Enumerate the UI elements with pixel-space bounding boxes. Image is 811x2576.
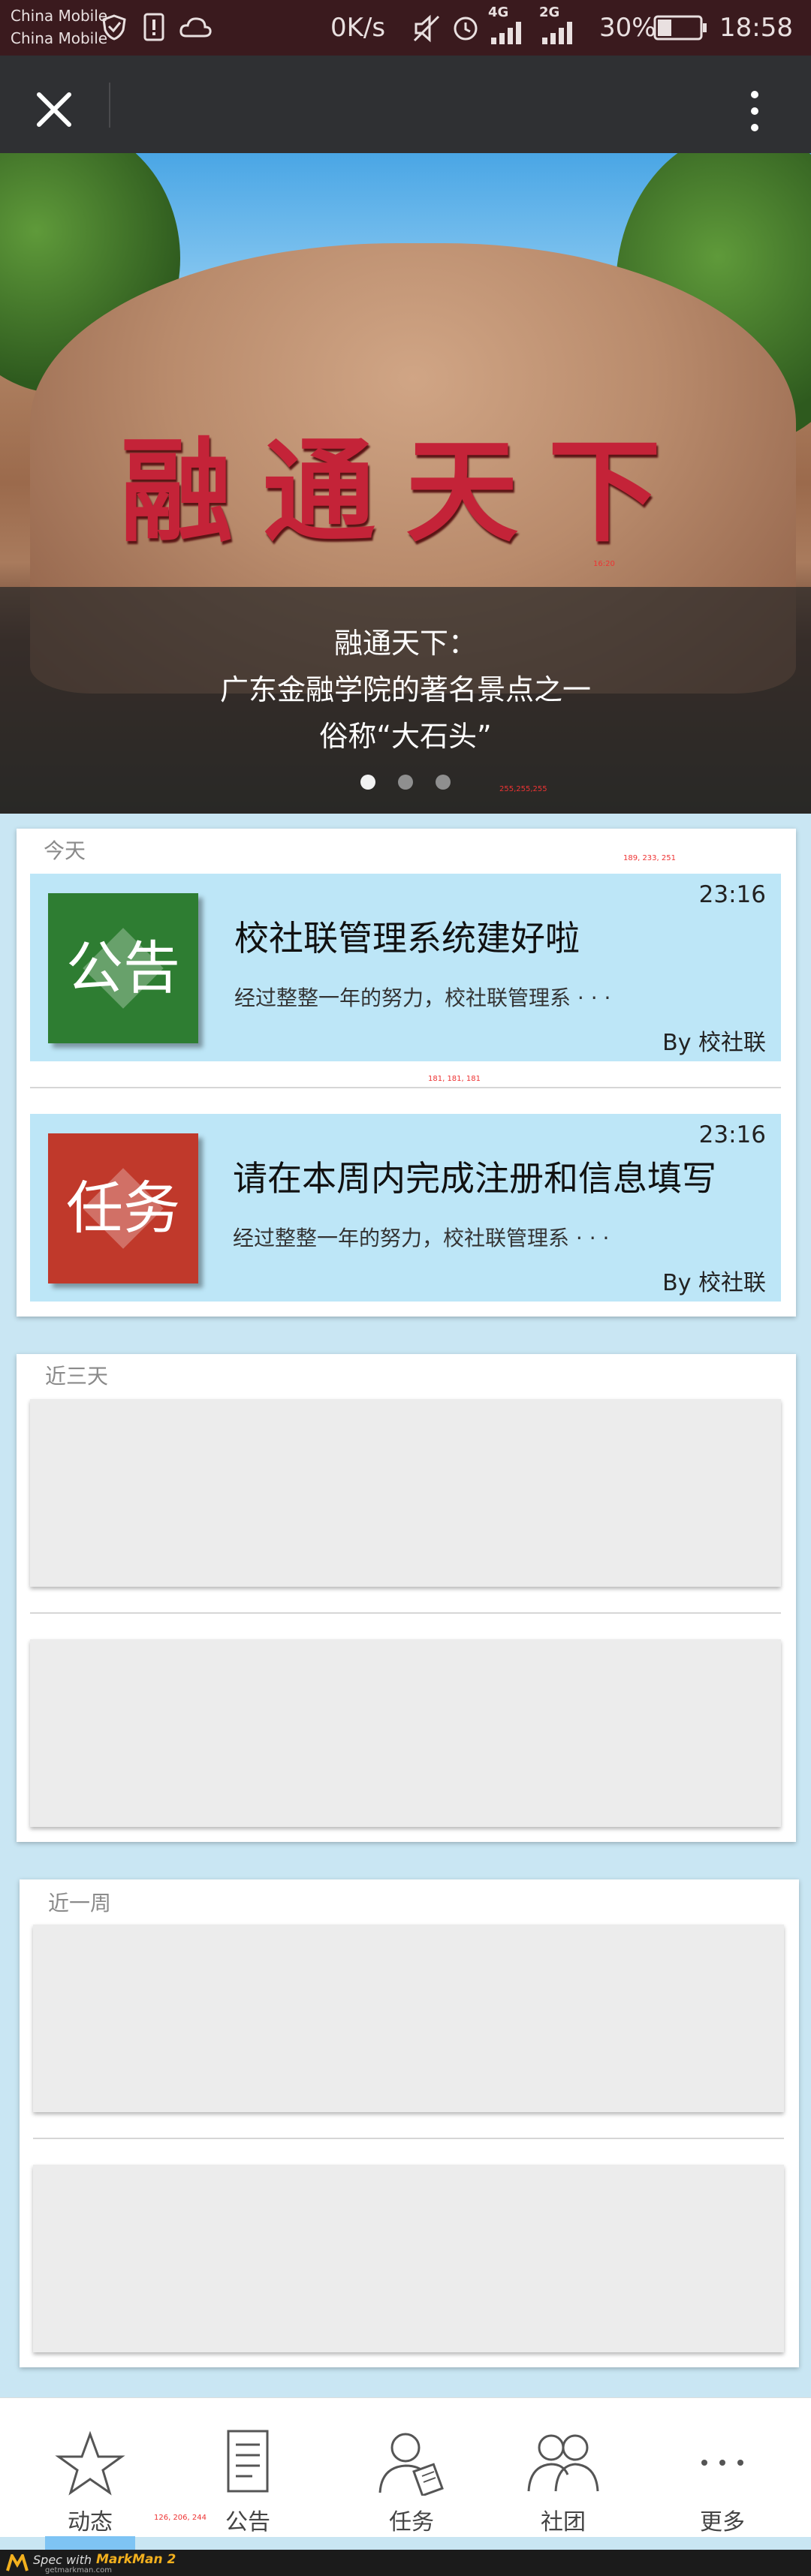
spec-site: getmarkman.com xyxy=(45,2566,112,2574)
nav-label-more: 更多 xyxy=(700,2509,745,2535)
message-time: 23:16 xyxy=(698,881,766,908)
banner-caption-line-2: 广东金融学院的著名景点之一 xyxy=(219,673,591,706)
message-card-announcement[interactable]: 公告 23:16 校社联管理系统建好啦 经过整整一年的努力，校社联管理系 · ·… xyxy=(30,874,781,1061)
divider-color-annotation: 181, 181, 181 xyxy=(428,1075,481,1083)
announcement-icon-label: 公告 xyxy=(66,934,180,1001)
message-card-task[interactable]: 任务 23:16 请在本周内完成注册和信息填写 经过整整一年的努力，校社联管理系… xyxy=(30,1114,781,1302)
placeholder-card xyxy=(33,2165,784,2352)
battery-icon xyxy=(653,15,707,41)
banner-carousel[interactable]: 融通天下 16:20 融通天下： 广东金融学院的著名景点之一 俗称“大石头” 2… xyxy=(0,153,811,814)
section-recent-three-days-label: 近三天 xyxy=(45,1364,109,1389)
net-speed: 0K/s xyxy=(330,13,386,43)
message-time: 23:16 xyxy=(698,1121,766,1148)
nav-label-feed: 动态 xyxy=(68,2509,113,2535)
section-recent-week-label: 近一周 xyxy=(48,1891,112,1915)
nav-label-tasks: 任务 xyxy=(389,2509,434,2535)
weather-cloud-icon xyxy=(179,17,212,38)
nav-color-annotation: 126, 206, 244 xyxy=(154,2514,207,2522)
carrier-label-2: China Mobile xyxy=(11,29,108,47)
section-today: 今天 189, 233, 251 公告 23:16 校社联管理系统建好啦 经过整… xyxy=(17,829,796,1317)
markman-logo-icon xyxy=(6,2554,29,2571)
placeholder-divider xyxy=(33,2138,784,2139)
banner-carved-text: 融通天下 xyxy=(119,426,691,558)
placeholder-card xyxy=(30,1399,781,1587)
status-time: 18:58 xyxy=(719,13,793,43)
message-title: 请在本周内完成注册和信息填写 xyxy=(233,1158,716,1199)
carousel-dot-1[interactable] xyxy=(360,775,375,790)
card-color-annotation: 189, 233, 251 xyxy=(623,854,676,862)
message-title: 校社联管理系统建好啦 xyxy=(234,918,580,958)
spec-text: Spec with xyxy=(33,2553,92,2567)
message-snippet: 经过整整一年的努力，校社联管理系 · · · xyxy=(234,986,611,1010)
message-author: By 校社联 xyxy=(662,1030,766,1056)
mute-icon xyxy=(413,14,440,43)
task-icon-label: 任务 xyxy=(66,1175,180,1241)
close-icon xyxy=(37,92,71,127)
sim-card-icon xyxy=(143,13,164,41)
carrier-label-1: China Mobile xyxy=(11,7,108,25)
star-icon xyxy=(55,2430,125,2496)
placeholder-divider xyxy=(30,1612,781,1614)
carousel-dot-2[interactable] xyxy=(398,775,413,790)
shield-icon xyxy=(102,14,126,41)
nav-active-indicator xyxy=(45,2536,135,2550)
document-icon xyxy=(227,2430,269,2493)
task-icon: 任务 xyxy=(48,1133,198,1283)
carousel-dot-3[interactable] xyxy=(436,775,451,790)
nav-item-clubs[interactable]: 社团 xyxy=(482,2398,644,2537)
placeholder-card xyxy=(30,1639,781,1827)
nav-label-clubs: 社团 xyxy=(541,2509,586,2535)
nav-item-feed[interactable]: 动态 xyxy=(9,2398,171,2537)
nav-item-tasks[interactable]: 任务 xyxy=(330,2398,493,2537)
signal-icon-1 xyxy=(491,22,521,44)
message-snippet: 经过整整一年的努力，校社联管理系 · · · xyxy=(233,1226,610,1250)
bottom-navigation: 动态 公告 任务 社团 更多 126, 206, 244 xyxy=(0,2397,811,2537)
spec-footer: Spec with MarkMan 2 getmarkman.com xyxy=(0,2550,811,2576)
more-vertical-icon xyxy=(751,91,758,131)
more-dots-icon xyxy=(701,2460,743,2466)
message-divider xyxy=(30,1087,781,1088)
spec-brand: MarkMan 2 xyxy=(96,2552,176,2567)
user-task-icon xyxy=(378,2433,444,2496)
status-bar: China Mobile China Mobile 0K/s 4G 2G 30%… xyxy=(0,0,811,56)
signal-icon-2 xyxy=(542,22,572,44)
toolbar-divider xyxy=(109,83,110,128)
nav-item-more[interactable]: 更多 xyxy=(641,2398,803,2537)
section-recent-three-days: 近三天 xyxy=(17,1354,796,1842)
close-button[interactable] xyxy=(23,78,86,141)
message-author: By 校社联 xyxy=(662,1270,766,1296)
placeholder-card xyxy=(33,1924,784,2112)
network-type-2: 2G xyxy=(539,5,560,20)
top-bar xyxy=(0,56,811,153)
section-recent-week: 近一周 xyxy=(20,1879,799,2367)
banner-caption-line-3: 俗称“大石头” xyxy=(319,720,492,753)
battery-percent: 30% xyxy=(599,13,656,43)
section-today-label: 今天 xyxy=(44,838,86,863)
banner-annotation-2: 255,255,255 xyxy=(499,785,547,793)
more-options-button[interactable] xyxy=(732,86,777,138)
network-type-1: 4G xyxy=(488,5,509,20)
group-icon xyxy=(527,2434,599,2492)
announcement-icon: 公告 xyxy=(48,893,198,1043)
banner-annotation-1: 16:20 xyxy=(593,560,615,568)
alarm-icon xyxy=(454,17,478,41)
banner-caption-line-1: 融通天下： xyxy=(333,627,477,660)
